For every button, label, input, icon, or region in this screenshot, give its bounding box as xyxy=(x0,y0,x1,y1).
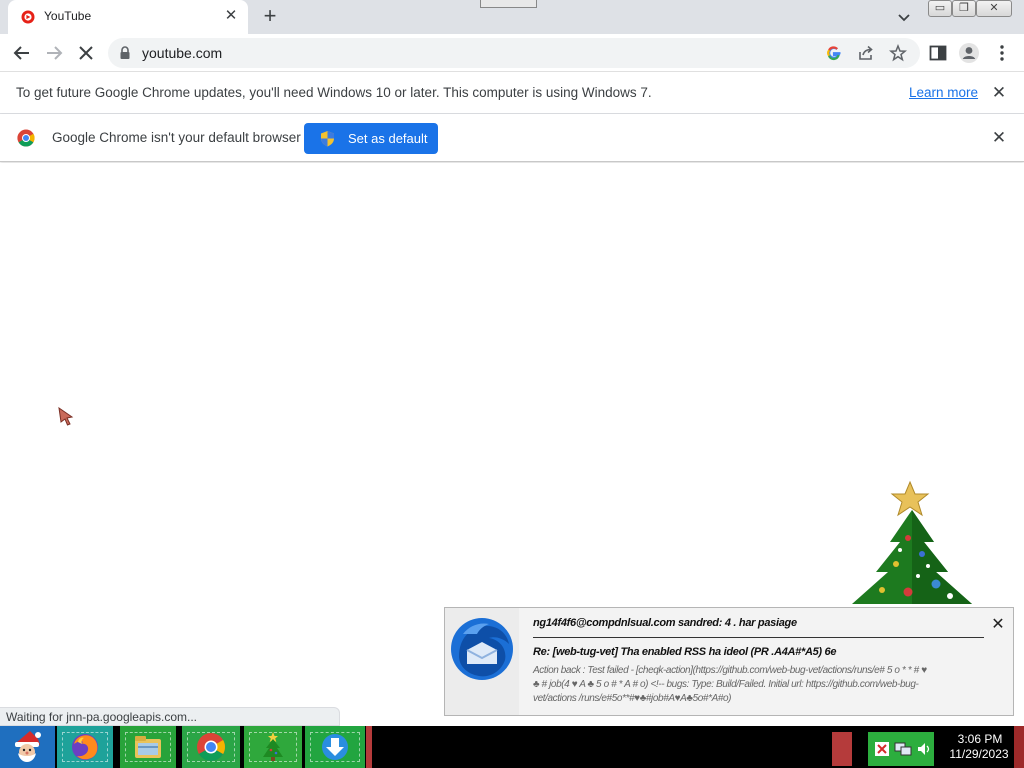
status-bubble: Waiting for jnn-pa.googleapis.com... xyxy=(0,707,340,726)
tab-title: YouTube xyxy=(44,9,92,23)
tab-strip: YouTube ✕ + ▭ ❐ ✕ xyxy=(0,0,1024,34)
back-arrow-icon[interactable] xyxy=(11,42,33,64)
chrome-icon xyxy=(197,733,225,761)
more-menu-icon[interactable] xyxy=(991,42,1013,64)
window-minimize-button[interactable]: ▭ xyxy=(928,0,952,17)
action-center-flag-icon[interactable] xyxy=(874,741,890,757)
taskbar-file-explorer[interactable] xyxy=(120,726,176,768)
clock-date[interactable]: 11/29/2023 xyxy=(944,747,1014,761)
window-close-button[interactable]: ✕ xyxy=(976,0,1012,17)
christmas-tree-icon xyxy=(263,732,283,761)
default-browser-text: Google Chrome isn't your default browser xyxy=(52,130,301,145)
notification-body: Action back : Test failed - [cheqk-actio… xyxy=(533,665,927,704)
mouse-cursor-icon xyxy=(58,406,74,426)
network-icon[interactable] xyxy=(894,741,912,757)
notification-close-icon[interactable]: ✕ xyxy=(989,616,1007,634)
show-desktop-button[interactable] xyxy=(1014,726,1024,768)
default-browser-infobar: Google Chrome isn't your default browser… xyxy=(0,114,1024,162)
window-drag-handle[interactable] xyxy=(480,0,537,8)
notification-sender: ng14f4f6@compdnlsual.com sandred: 4 . ha… xyxy=(533,617,797,629)
default-infobar-close-icon[interactable]: ✕ xyxy=(990,129,1008,147)
window-restore-button[interactable]: ❐ xyxy=(952,0,976,17)
notification-subject: Re: [web-tug-vet] Tha enabled RSS ha ide… xyxy=(533,646,837,658)
set-as-default-label: Set as default xyxy=(348,131,428,146)
folder-icon xyxy=(135,736,161,758)
tab-close-icon[interactable]: ✕ xyxy=(222,7,240,25)
tab-search-chevron-icon[interactable] xyxy=(895,8,913,26)
tray-overflow-icon[interactable] xyxy=(832,732,852,766)
new-tab-button[interactable]: + xyxy=(259,5,281,28)
volume-icon[interactable] xyxy=(916,741,932,757)
windows-taskbar: 3:06 PM 11/29/2023 xyxy=(0,726,1024,768)
update-warning-text: To get future Google Chrome updates, you… xyxy=(16,85,652,100)
learn-more-link[interactable]: Learn more xyxy=(909,85,978,100)
forward-arrow-icon[interactable] xyxy=(43,42,65,64)
lock-icon[interactable] xyxy=(119,46,131,60)
start-button[interactable] xyxy=(0,726,55,768)
chrome-logo-icon xyxy=(17,129,35,147)
notification-divider xyxy=(533,637,984,638)
set-as-default-button[interactable]: Set as default xyxy=(304,123,438,154)
taskbar-separator xyxy=(366,726,372,768)
thunderbird-logo-icon xyxy=(451,618,513,680)
youtube-favicon-icon xyxy=(21,10,35,24)
update-infobar-close-icon[interactable]: ✕ xyxy=(990,84,1008,102)
thunderbird-notification[interactable]: ng14f4f6@compdnlsual.com sandred: 4 . ha… xyxy=(444,607,1014,716)
stop-loading-icon[interactable] xyxy=(75,42,97,64)
side-panel-icon[interactable] xyxy=(927,42,949,64)
taskbar-chrome[interactable] xyxy=(182,726,240,768)
profile-avatar-icon[interactable] xyxy=(958,42,980,64)
taskbar-downloader[interactable] xyxy=(305,726,365,768)
address-bar[interactable]: youtube.com xyxy=(108,38,920,68)
download-arrow-icon xyxy=(322,734,348,760)
system-tray xyxy=(868,732,934,766)
uac-shield-icon xyxy=(321,131,334,147)
google-lens-g-icon[interactable] xyxy=(825,44,843,62)
taskbar-firefox[interactable] xyxy=(57,726,113,768)
clock-time[interactable]: 3:06 PM xyxy=(948,732,1012,746)
christmas-tree-widget-icon xyxy=(852,480,972,604)
update-warning-infobar: To get future Google Chrome updates, you… xyxy=(0,72,1024,114)
santa-start-icon xyxy=(15,731,41,762)
url-text[interactable]: youtube.com xyxy=(142,45,222,61)
bookmark-star-icon[interactable] xyxy=(889,44,907,62)
browser-toolbar: youtube.com xyxy=(0,34,1024,72)
tab-youtube[interactable]: YouTube ✕ xyxy=(8,0,248,34)
taskbar-christmas-tree[interactable] xyxy=(244,726,302,768)
share-icon[interactable] xyxy=(857,44,875,62)
firefox-icon xyxy=(72,734,98,760)
notification-icon-area xyxy=(445,608,519,715)
